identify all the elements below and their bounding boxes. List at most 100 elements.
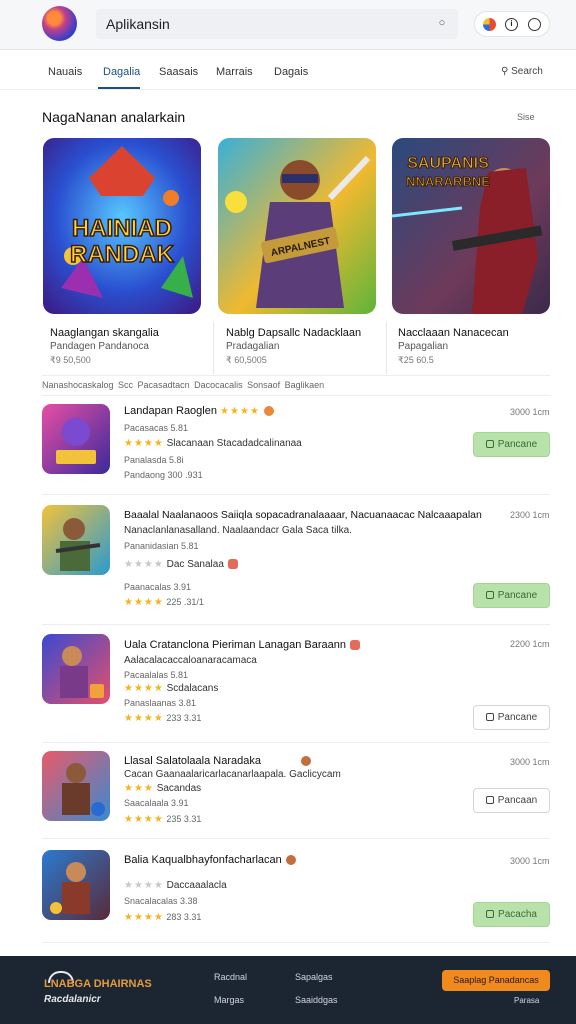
download-icon: [485, 713, 494, 721]
app-rating-text: Dac Sanalaa: [166, 559, 224, 570]
rating-stars-icon: ★★★★: [124, 438, 164, 449]
app-title[interactable]: Landapan Raoglen ★★★★: [124, 405, 274, 417]
badge-icon: [263, 406, 274, 417]
app-rating-line: ★★★★ Daccaaalacla: [124, 880, 227, 891]
featured-card-subtitle: Pandagen Pandanoca: [50, 341, 149, 352]
app-rating-line: ★★★★ 233 3.31: [124, 713, 201, 724]
install-button-label: Pancaan: [497, 795, 538, 806]
app-rating-text: Scdalacans: [166, 683, 219, 694]
app-meta: Panalasda 5.8i: [124, 455, 184, 465]
featured-card-subtitle: Papagalian: [398, 341, 449, 352]
featured-card-art-3[interactable]: SAUPANIS NNARARBNE: [392, 138, 550, 314]
featured-card-subtitle: Pradagalian: [226, 341, 280, 352]
tab-search-label: Search: [511, 66, 543, 77]
app-description: Aalacalacaccaloanaracamaca: [124, 655, 257, 666]
rating-stars-icon: ★★★★: [124, 559, 164, 570]
featured-card-art-2[interactable]: ARPALNEST: [218, 138, 376, 314]
app-title[interactable]: Balia Kaqualbhayfonfacharlacan: [124, 854, 296, 866]
tab-nauais[interactable]: Nauais: [48, 66, 82, 78]
app-logo[interactable]: [42, 6, 77, 41]
app-rating-line: ★★★★ Dac Sanalaa: [124, 559, 238, 570]
download-icon: [486, 910, 495, 918]
install-button-label: Pancane: [497, 590, 538, 601]
category-tabs: Nauais Dagalia Saasais Marrais Dagais ⚲ …: [0, 52, 576, 90]
app-title-text: Landapan Raoglen: [124, 405, 217, 417]
footer-link[interactable]: Racdnal: [214, 972, 247, 982]
download-icon: [485, 440, 494, 448]
featured-card-name[interactable]: Nablg Dapsallc Nadacklaan: [226, 327, 361, 339]
app-thumbnail[interactable]: [42, 751, 110, 821]
footer-link[interactable]: Margas: [214, 995, 244, 1005]
badge-icon: [285, 855, 296, 866]
app-thumbnail[interactable]: [42, 505, 110, 575]
badge-icon: [300, 756, 311, 767]
app-meta: Snacalacalas 3.38: [124, 896, 198, 906]
install-button[interactable]: Pancaan: [473, 788, 550, 813]
card-1-art-line-1: HAINIAD: [72, 215, 172, 242]
app-rating-text: 235 3.31: [166, 814, 202, 824]
rating-stars-icon: ★★★★: [124, 713, 164, 724]
app-title: Aplikansin: [96, 9, 458, 39]
row-divider: [42, 624, 550, 625]
app-rating-text: 283 3.31: [166, 912, 202, 922]
app-title[interactable]: Uala Cratanclona Pieriman Lanagan Baraan…: [124, 639, 360, 651]
featured-card-name[interactable]: Nacclaaan Nanacecan: [398, 327, 509, 339]
app-thumbnail[interactable]: [42, 634, 110, 704]
row-divider: [42, 494, 550, 495]
install-button[interactable]: Pancane: [473, 432, 550, 457]
app-header: Aplikansin ○ i: [0, 0, 576, 50]
row-divider: [42, 942, 550, 943]
app-rating-line: ★★★★ Scdalacans: [124, 683, 218, 694]
app-thumbnail[interactable]: [42, 850, 110, 920]
filter-row[interactable]: Nanashocaskalog Scc Pacasadtacn Dacocaca…: [42, 380, 324, 390]
footer-link[interactable]: Saaiddgas: [295, 995, 338, 1005]
tab-dagalia[interactable]: Dagalia: [103, 66, 140, 78]
app-thumbnail[interactable]: [42, 404, 110, 474]
install-button-label: Pacacha: [498, 909, 537, 920]
rating-stars-icon: ★★★: [124, 783, 154, 794]
footer-link[interactable]: Sapalgas: [295, 972, 333, 982]
install-button[interactable]: Pacacha: [473, 902, 550, 927]
card-1-art-line-2: RANDAK: [70, 241, 175, 268]
tab-marrais[interactable]: Marrais: [216, 66, 253, 78]
flag-icon[interactable]: [483, 18, 496, 31]
tab-saasais[interactable]: Saasais: [159, 66, 198, 78]
tab-dagais[interactable]: Dagais: [274, 66, 308, 78]
app-time: 3000 1cm: [510, 757, 550, 767]
featured-card-art-1[interactable]: HAINIAD RANDAK: [43, 138, 201, 314]
app-rating-text: Slacanaan Stacadadcalinanaa: [166, 438, 302, 449]
app-rating-text: Sacandas: [156, 783, 202, 794]
download-icon: [485, 796, 494, 804]
search-icon[interactable]: ○: [436, 17, 448, 29]
app-rating-text: Daccaaalacla: [166, 880, 227, 891]
footer-cta-button[interactable]: Saaplag Panadancas: [442, 970, 550, 991]
app-title-text: Balia Kaqualbhayfonfacharlacan: [124, 854, 282, 866]
app-meta: Paanacalas 3.91: [124, 582, 192, 592]
row-divider: [42, 838, 550, 839]
tab-search-link[interactable]: ⚲ Search: [501, 66, 543, 77]
app-title[interactable]: Llasal Salatolaala Naradaka: [124, 755, 311, 767]
rating-stars-icon: ★★★★: [124, 683, 164, 694]
featured-card-name[interactable]: Naaglangan skangalia: [50, 327, 159, 339]
app-title[interactable]: Baaalal Naalanaoos Saiiqla sopacadranala…: [124, 509, 482, 521]
install-button-label: Pancane: [497, 712, 538, 723]
profile-icon[interactable]: [528, 18, 541, 31]
app-time: 3000 1cm: [510, 856, 550, 866]
app-title-text: Llasal Salatolaala Naradaka: [124, 755, 261, 767]
install-button[interactable]: Pancane: [473, 583, 550, 608]
install-button-label: Pancane: [497, 439, 538, 450]
app-rating-text: 233 3.31: [166, 713, 202, 723]
info-icon[interactable]: i: [505, 18, 518, 31]
app-meta: Pananidasian 5.81: [124, 541, 199, 551]
app-rating-line: ★★★★ 283 3.31: [124, 912, 201, 923]
app-rating-line: ★★★★ 235 3.31: [124, 814, 201, 825]
featured-divider: [386, 322, 387, 374]
app-rating-line: ★★★ Sacandas: [124, 783, 201, 794]
featured-divider: [213, 322, 214, 374]
install-button[interactable]: Pancane: [473, 705, 550, 730]
app-time: 3000 1cm: [510, 407, 550, 417]
rating-stars-icon: ★★★★: [124, 814, 164, 825]
app-title-text: Uala Cratanclona Pieriman Lanagan Baraan…: [124, 639, 346, 651]
header-icon-group: i: [474, 11, 550, 37]
featured-see-all-link[interactable]: Sise: [517, 112, 535, 122]
